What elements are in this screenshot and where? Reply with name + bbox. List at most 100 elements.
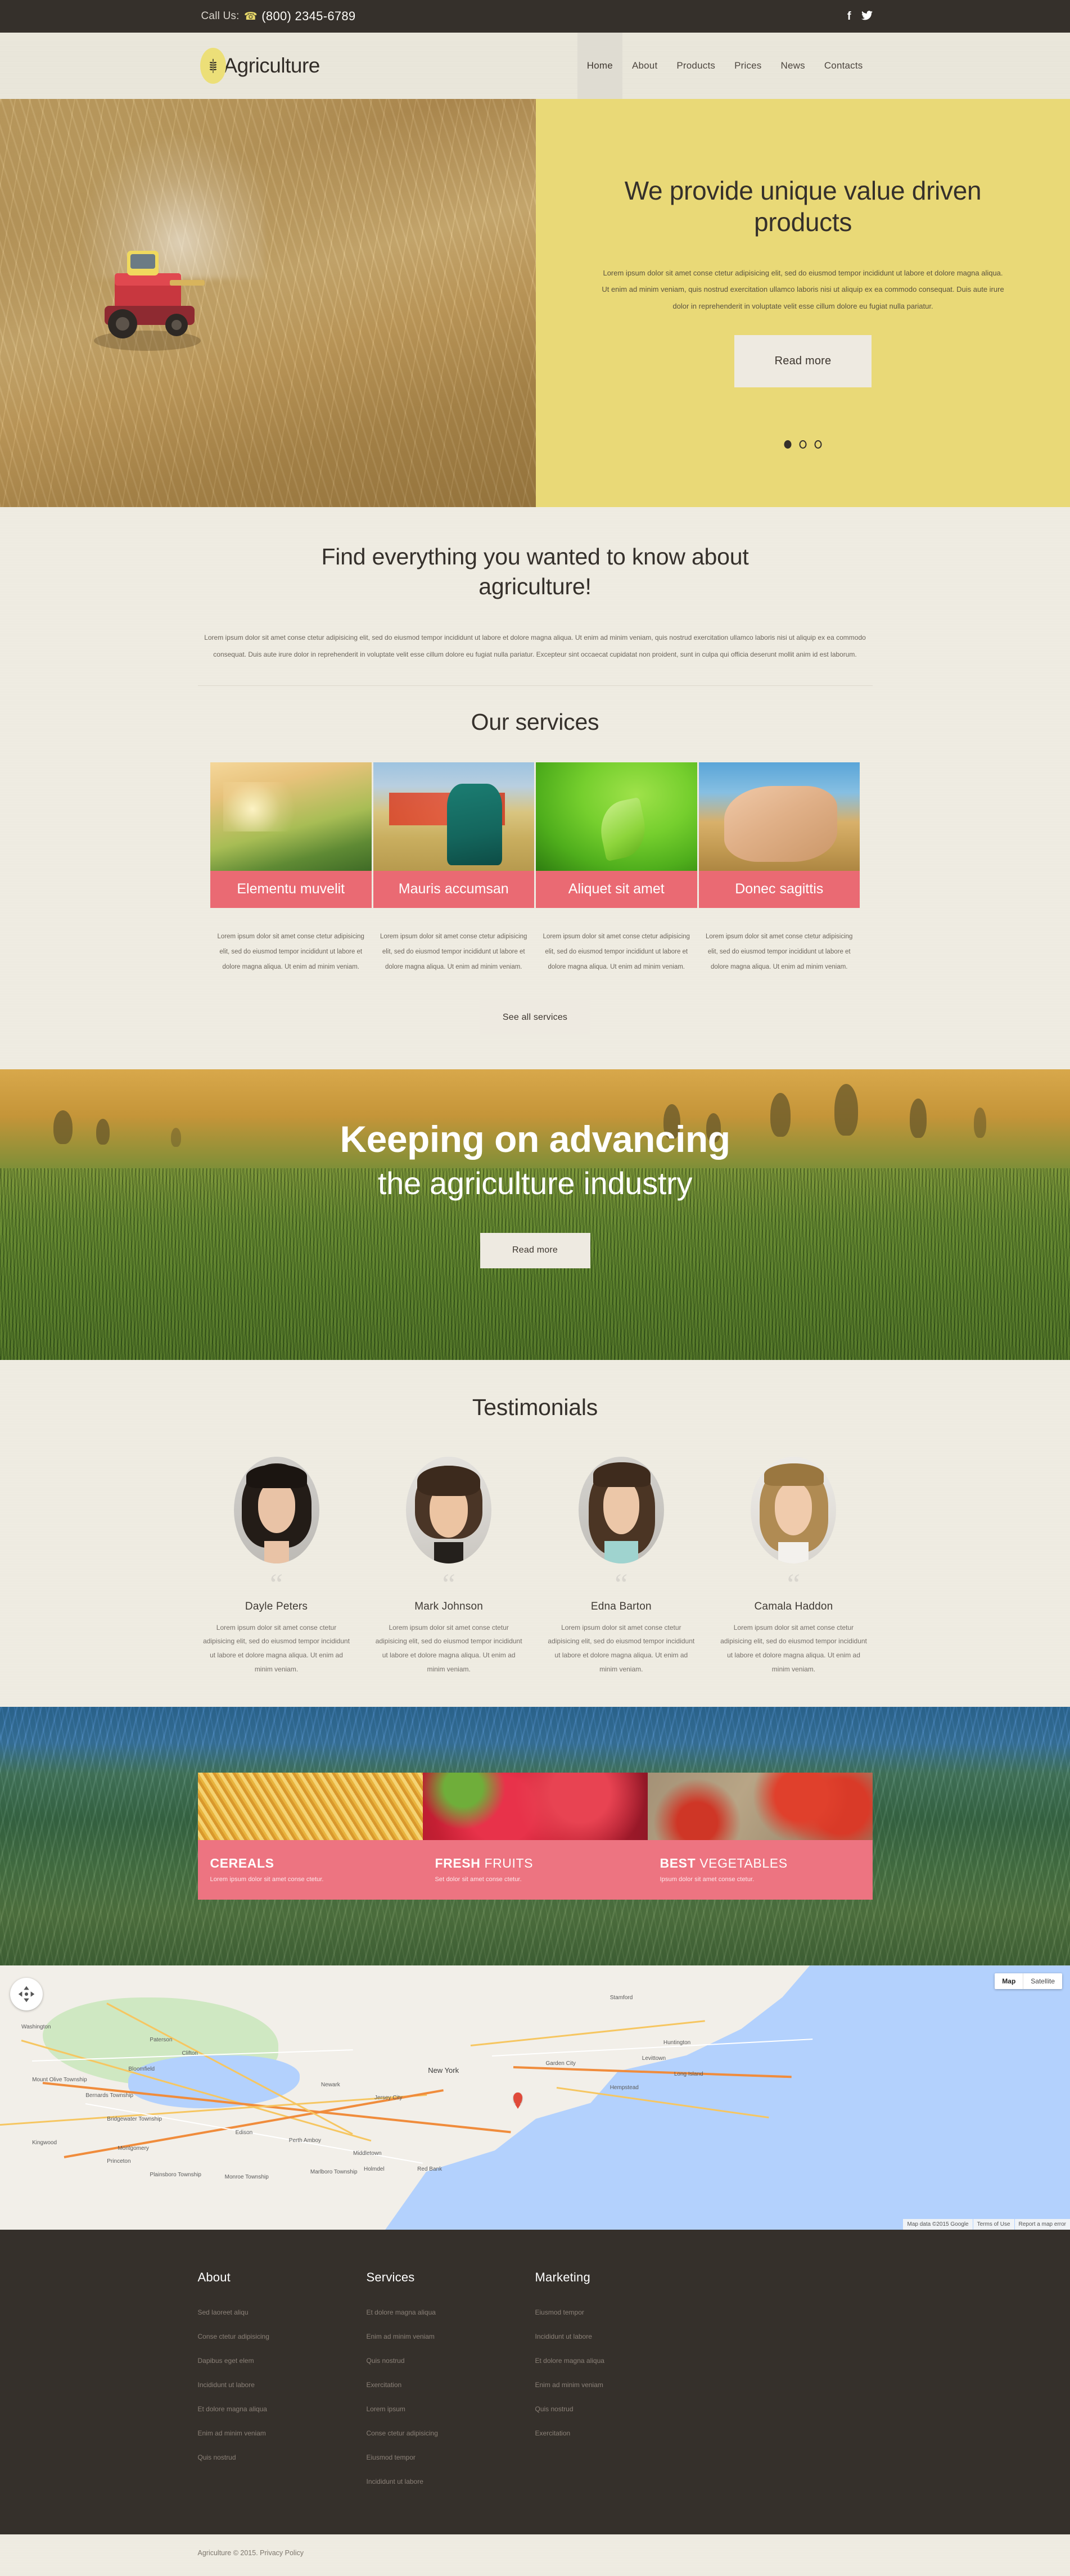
service-image-4	[698, 762, 860, 871]
products-card: CEREALS Lorem ipsum dolor sit amet conse…	[197, 1773, 873, 1900]
product-image-fruits	[422, 1773, 648, 1841]
service-card[interactable]: Mauris accumsan Lorem ipsum dolor sit am…	[373, 762, 534, 975]
map-attribution: Map data ©2015 Google Terms of Use Repor…	[903, 2219, 1070, 2230]
map-label-perth-amboy: Perth Amboy	[288, 2137, 322, 2144]
footer-link[interactable]: Sed laoreet aliqu	[198, 2308, 367, 2316]
intro-text: Lorem ipsum dolor sit amet conse ctetur …	[204, 633, 866, 658]
product-title-bold-2: FRESH	[435, 1856, 481, 1871]
google-map[interactable]: Map Satellite New York Newark Jersey Cit…	[0, 1965, 1070, 2230]
product-item[interactable]: FRESH FRUITS Set dolor sit amet conse ct…	[423, 1856, 648, 1883]
see-all-services-button[interactable]: See all services	[480, 1000, 590, 1035]
copyright-text: Agriculture © 2015.	[197, 2549, 258, 2557]
footer-link[interactable]: Conse ctetur adipisicing	[198, 2333, 367, 2340]
slider-dot-3[interactable]	[814, 440, 822, 449]
testimonials-section: Testimonials “ Dayle Peters Lorem ipsum …	[0, 1360, 1070, 1707]
facebook-icon[interactable]: f	[847, 11, 851, 22]
footer-link[interactable]: Incididunt ut labore	[198, 2381, 367, 2389]
map-pan-control[interactable]	[10, 1978, 43, 2011]
footer-heading-about: About	[197, 2270, 231, 2285]
service-text-2: Lorem ipsum dolor sit amet conse ctetur …	[380, 933, 527, 971]
footer-link[interactable]: Eiusmod tempor	[535, 2308, 704, 2316]
footer-link[interactable]: Enim ad minim veniam	[198, 2429, 367, 2437]
nav-item-news[interactable]: News	[771, 33, 815, 99]
footer-link[interactable]: Quis nostrud	[198, 2453, 367, 2461]
product-item[interactable]: BEST VEGETABLES Ipsum dolor sit amet con…	[648, 1856, 873, 1883]
map-label-newark: Newark	[320, 2081, 340, 2088]
map-label-bridgewater: Bridgewater Township	[107, 2116, 162, 2122]
quote-icon: “	[269, 1568, 283, 1601]
services-title: Our services	[471, 708, 599, 735]
footer-link[interactable]: Quis nostrud	[535, 2405, 704, 2413]
footer-link[interactable]: Et dolore magna aliqua	[198, 2405, 367, 2413]
map-label-edison: Edison	[235, 2129, 253, 2136]
combine-harvester-illustration	[94, 251, 205, 351]
map-label-red-bank: Red Bank	[417, 2166, 443, 2173]
testimonial-text: Lorem ipsum dolor sit amet conse ctetur …	[203, 1623, 350, 1673]
product-title-bold-1: CEREALS	[210, 1856, 274, 1871]
map-label-washington: Washington	[21, 2023, 51, 2030]
footer-link[interactable]: Exercitation	[535, 2429, 704, 2437]
map-terms-link[interactable]: Terms of Use	[973, 2219, 1014, 2230]
hero-slider: We provide unique value driven products …	[0, 99, 1070, 507]
logo-text: Agriculture	[223, 54, 320, 77]
footer-link[interactable]: Et dolore magna aliqua	[535, 2357, 704, 2365]
footer-link[interactable]: Incididunt ut labore	[367, 2478, 535, 2485]
map-label-montgomery: Montgomery	[118, 2145, 149, 2152]
map-label-princeton: Princeton	[107, 2158, 131, 2165]
copyright-bar: Agriculture © 2015. Privacy Policy	[0, 2534, 1070, 2576]
slider-dot-1[interactable]	[784, 440, 792, 449]
testimonials-list: “ Dayle Peters Lorem ipsum dolor sit ame…	[198, 1456, 873, 1676]
footer-link[interactable]: Et dolore magna aliqua	[367, 2308, 535, 2316]
banner-subheadline: the agriculture industry	[377, 1165, 693, 1201]
twitter-icon[interactable]	[861, 10, 873, 22]
testimonial-item: “ Edna Barton Lorem ipsum dolor sit amet…	[543, 1456, 700, 1676]
map-type-control: Map Satellite	[995, 1973, 1062, 1990]
product-desc-2: Set dolor sit amet conse ctetur.	[435, 1876, 522, 1883]
service-card[interactable]: Elementu muvelit Lorem ipsum dolor sit a…	[210, 762, 372, 975]
testimonial-name: Mark Johnson	[414, 1600, 484, 1612]
testimonial-name: Dayle Peters	[245, 1600, 308, 1612]
product-desc-3: Ipsum dolor sit amet conse ctetur.	[660, 1876, 755, 1883]
footer-column-services: Services Et dolore magna aliqua Enim ad …	[367, 2270, 535, 2502]
map-label-mount-olive: Mount Olive Township	[32, 2076, 87, 2083]
slider-dot-2[interactable]	[799, 440, 807, 449]
footer-link[interactable]: Incididunt ut labore	[535, 2333, 704, 2340]
footer-link[interactable]: Enim ad minim veniam	[535, 2381, 704, 2389]
top-bar: Call Us: ☎ (800) 2345-6789 f	[0, 0, 1070, 33]
map-type-satellite-button[interactable]: Satellite	[1023, 1973, 1062, 1989]
service-card[interactable]: Donec sagittis Lorem ipsum dolor sit ame…	[698, 762, 860, 975]
map-type-map-button[interactable]: Map	[995, 1973, 1024, 1990]
logo[interactable]: Agriculture	[200, 48, 320, 84]
service-title-4: Donec sagittis	[698, 870, 860, 909]
map-report-error-link[interactable]: Report a map error	[1014, 2219, 1070, 2230]
nav-item-home[interactable]: Home	[577, 33, 622, 99]
quote-icon: “	[615, 1568, 628, 1601]
nav-item-prices[interactable]: Prices	[725, 33, 771, 99]
footer-link[interactable]: Lorem ipsum	[367, 2405, 535, 2413]
map-label-huntington: Huntington	[663, 2039, 691, 2046]
nav-item-products[interactable]: Products	[667, 33, 725, 99]
service-card[interactable]: Aliquet sit amet Lorem ipsum dolor sit a…	[536, 762, 697, 975]
product-desc-1: Lorem ipsum dolor sit amet conse ctetur.	[210, 1876, 324, 1883]
testimonial-item: “ Mark Johnson Lorem ipsum dolor sit ame…	[370, 1456, 527, 1676]
nav-item-about[interactable]: About	[622, 33, 667, 99]
map-label-middletown: Middletown	[353, 2150, 382, 2157]
services-section: Our services Elementu muvelit Lorem ipsu…	[0, 685, 1070, 1070]
product-item[interactable]: CEREALS Lorem ipsum dolor sit amet conse…	[198, 1856, 423, 1883]
footer-link[interactable]: Quis nostrud	[367, 2357, 535, 2365]
nav-item-contacts[interactable]: Contacts	[815, 33, 873, 99]
testimonial-name: Camala Haddon	[754, 1600, 833, 1612]
main-nav: Home About Products Prices News Contacts	[577, 33, 873, 99]
avatar	[578, 1456, 664, 1563]
privacy-policy-link[interactable]: Privacy Policy	[260, 2549, 304, 2557]
banner-read-more-button[interactable]: Read more	[480, 1232, 590, 1268]
footer-link[interactable]: Eiusmod tempor	[367, 2453, 535, 2461]
footer-link[interactable]: Enim ad minim veniam	[367, 2333, 535, 2340]
hero-read-more-button[interactable]: Read more	[734, 335, 872, 387]
footer-link[interactable]: Conse ctetur adipisicing	[367, 2429, 535, 2437]
phone-number[interactable]: (800) 2345-6789	[261, 9, 355, 24]
footer-link[interactable]: Exercitation	[367, 2381, 535, 2389]
footer-link[interactable]: Dapibus eget elem	[198, 2357, 367, 2365]
service-image-3	[536, 762, 697, 871]
hero-title: We provide unique value driven products	[624, 176, 982, 237]
